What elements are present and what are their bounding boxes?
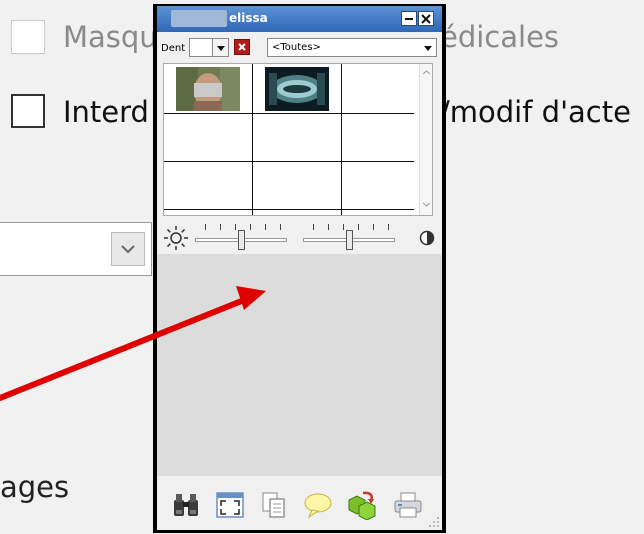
- dent-dropdown-button[interactable]: [213, 38, 229, 57]
- triangle-down-icon: [217, 46, 225, 51]
- thumbnail-scrollbar[interactable]: [419, 64, 432, 215]
- close-icon: [421, 14, 431, 24]
- comment-icon: [304, 493, 332, 519]
- redacted-name: [171, 10, 227, 27]
- images-label: ages: [0, 470, 70, 504]
- dent-field[interactable]: [189, 38, 213, 57]
- forbid-checkbox-label-right: /modif d'acte: [440, 95, 631, 129]
- contrast-slider-handle[interactable]: [345, 230, 353, 250]
- print-button[interactable]: [393, 490, 423, 520]
- clear-dent-button[interactable]: [234, 39, 250, 55]
- brightness-slider-handle[interactable]: [237, 230, 245, 250]
- image-viewer-window: elissa Dent <Toutes>: [153, 4, 446, 533]
- comment-button[interactable]: [303, 490, 333, 520]
- close-icon: [238, 43, 246, 51]
- thumbnail-grid: [163, 63, 433, 216]
- binoculars-icon: [174, 494, 198, 516]
- window-title: elissa: [229, 11, 268, 25]
- scroll-down-icon: [423, 202, 430, 207]
- mask-checkbox[interactable]: [11, 20, 45, 54]
- category-select[interactable]: <Toutes>: [267, 38, 437, 57]
- export-button[interactable]: [347, 490, 377, 520]
- export-icon: [348, 491, 376, 520]
- mask-checkbox-label-left: Masqu: [63, 20, 158, 54]
- category-selected-value: <Toutes>: [272, 42, 321, 53]
- patient-photo-thumbnail[interactable]: [176, 67, 240, 111]
- background-dropdown[interactable]: [0, 222, 152, 276]
- print-icon: [394, 492, 422, 518]
- fullscreen-button[interactable]: [215, 490, 245, 520]
- xray-image: [265, 67, 329, 111]
- bottom-toolbar: [157, 478, 442, 530]
- xray-thumbnail[interactable]: [265, 67, 329, 111]
- close-button[interactable]: [418, 11, 434, 26]
- copy-button[interactable]: [259, 490, 289, 520]
- face-redaction: [194, 83, 222, 97]
- sun-icon: [164, 226, 188, 250]
- image-view-area[interactable]: [157, 254, 442, 476]
- resize-grip-icon[interactable]: [428, 516, 440, 528]
- mask-checkbox-label-right: édicales: [440, 20, 560, 54]
- minimize-button[interactable]: [401, 11, 417, 26]
- fullscreen-icon: [216, 492, 244, 518]
- forbid-checkbox-label-left: Interd: [63, 95, 149, 129]
- adjustment-sliders: [157, 222, 442, 252]
- chevron-down-icon: [121, 245, 135, 254]
- search-button[interactable]: [171, 490, 201, 520]
- copy-icon: [262, 492, 285, 518]
- window-titlebar[interactable]: elissa: [157, 6, 442, 32]
- triangle-down-icon: [424, 46, 432, 51]
- dent-label: Dent: [161, 43, 186, 54]
- dropdown-button[interactable]: [111, 232, 145, 266]
- category-dropdown-button[interactable]: [420, 39, 436, 56]
- scroll-up-icon: [423, 70, 430, 75]
- contrast-icon: [419, 230, 435, 246]
- forbid-checkbox[interactable]: [11, 94, 45, 128]
